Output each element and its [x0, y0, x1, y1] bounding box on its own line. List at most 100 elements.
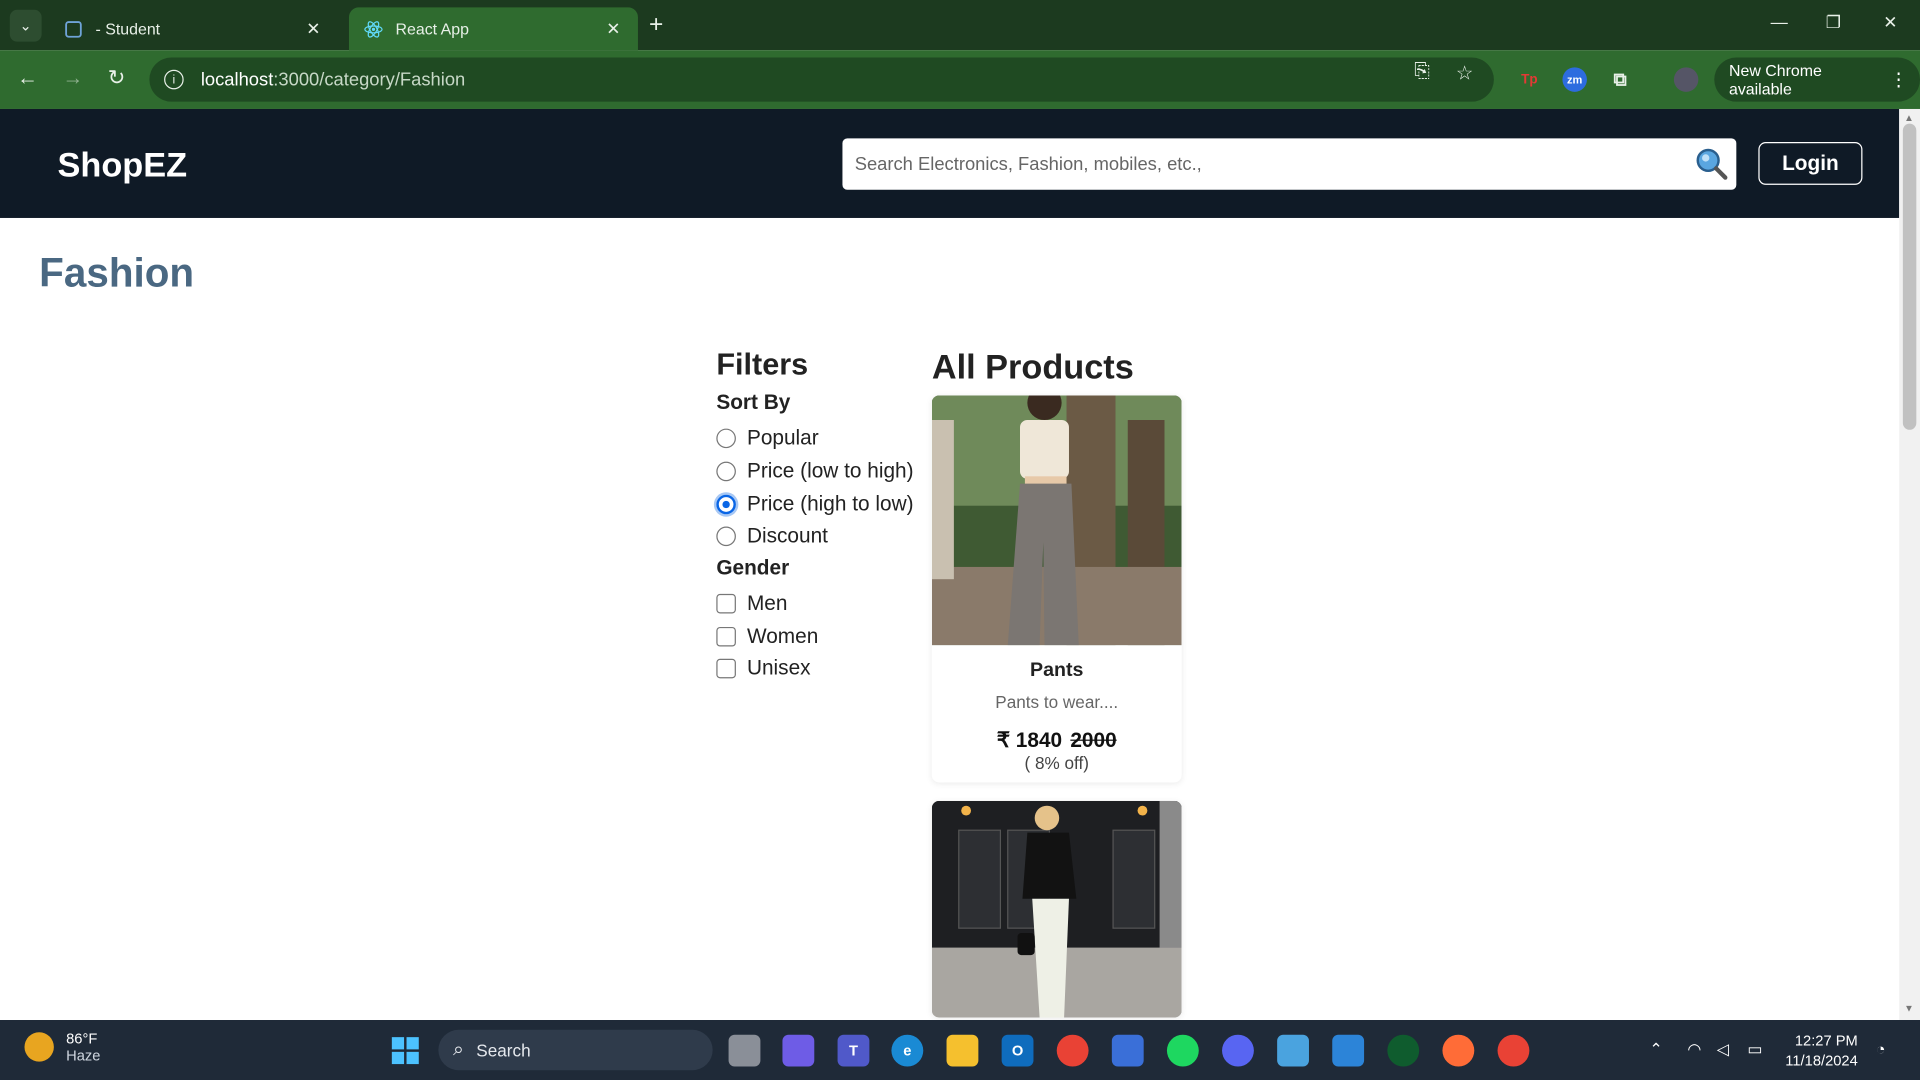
extension-tp-icon[interactable]: Tp — [1517, 67, 1541, 91]
address-bar[interactable]: i localhost:3000/category/Fashion — [149, 57, 1494, 102]
copilot-icon[interactable] — [782, 1034, 815, 1067]
page-title: Fashion — [39, 249, 195, 296]
battery-icon[interactable]: ▭ — [1747, 1040, 1762, 1060]
product-card[interactable] — [931, 800, 1182, 1018]
postman-icon[interactable] — [1442, 1034, 1475, 1067]
app-header: ShopEZ Login — [0, 108, 1900, 218]
extensions-puzzle-icon[interactable]: ⧉ — [1608, 67, 1632, 91]
search-icon[interactable] — [1687, 138, 1736, 189]
products-section: All Products Pants Pants to wear.... ₹ 1… — [931, 347, 1250, 1036]
chrome-profile-icon[interactable] — [1497, 1034, 1530, 1067]
more-menu-icon[interactable]: ⋮ — [1889, 69, 1907, 91]
close-tab-icon[interactable]: ✕ — [304, 18, 324, 39]
product-name: Pants — [1030, 660, 1084, 681]
taskbar-search[interactable]: ⌕ Search — [438, 1029, 713, 1071]
sort-option-popular[interactable]: Popular — [716, 422, 924, 455]
checkbox[interactable] — [716, 626, 736, 647]
profile-avatar-icon[interactable] — [1673, 67, 1699, 92]
sort-option-price-low-high[interactable]: Price (low to high) — [716, 455, 924, 488]
back-icon[interactable]: ← — [17, 66, 38, 90]
close-window-icon[interactable]: ✕ — [1883, 12, 1897, 33]
weather-widget[interactable]: 86°F Haze — [24, 1030, 100, 1064]
forward-icon[interactable]: → — [62, 66, 83, 90]
browser-tab-bar: ⌄ - Student ✕ React App ✕ + — ❐ ✕ — [0, 0, 1920, 51]
reload-icon[interactable]: ↻ — [108, 66, 125, 90]
wifi-icon[interactable]: ◠ — [1687, 1040, 1701, 1060]
date: 11/18/2024 — [1785, 1051, 1858, 1069]
scroll-thumb[interactable] — [1902, 123, 1917, 430]
filters-panel: Filters Sort By Popular Price (low to hi… — [716, 348, 924, 686]
minimize-icon[interactable]: — — [1771, 12, 1788, 32]
bookmark-star-icon[interactable]: ☆ — [1456, 61, 1474, 85]
file-explorer-icon[interactable] — [946, 1034, 979, 1067]
notepad-icon[interactable] — [1277, 1034, 1309, 1067]
mongodb-icon[interactable] — [1387, 1034, 1420, 1067]
radio-button[interactable] — [716, 428, 736, 449]
chrome-icon[interactable] — [1056, 1034, 1089, 1067]
gender-heading: Gender — [716, 555, 790, 579]
filters-heading: Filters — [716, 347, 809, 383]
search-icon: ⌕ — [453, 1038, 465, 1060]
microsoft-store-icon[interactable] — [1111, 1034, 1144, 1067]
task-view-icon[interactable] — [728, 1034, 761, 1067]
volume-icon[interactable]: ◁ — [1717, 1040, 1729, 1060]
windows-start-icon[interactable] — [389, 1035, 421, 1067]
taskbar-clock[interactable]: 12:27 PM 11/18/2024 — [1785, 1031, 1857, 1070]
products-heading: All Products — [931, 347, 1134, 386]
product-image[interactable] — [931, 395, 1182, 646]
sort-option-price-high-low[interactable]: Price (high to low) — [716, 488, 924, 521]
discount-label: ( 8% off) — [1024, 753, 1089, 773]
close-tab-icon[interactable]: ✕ — [604, 18, 624, 39]
sort-heading: Sort By — [716, 390, 791, 414]
student-favicon-icon — [64, 19, 84, 39]
original-price: 2000 — [1070, 728, 1117, 752]
radio-button[interactable] — [716, 461, 736, 482]
option-label: Popular — [746, 426, 819, 450]
gender-option-women[interactable]: Women — [716, 620, 924, 653]
gender-option-unisex[interactable]: Unisex — [716, 653, 924, 686]
option-label: Men — [746, 591, 788, 615]
tab-react-app[interactable]: React App ✕ — [348, 7, 638, 51]
search-input[interactable] — [842, 138, 1688, 190]
radio-button-selected[interactable] — [716, 494, 736, 514]
react-favicon-icon — [364, 19, 384, 39]
outlook-icon[interactable]: O — [1001, 1034, 1034, 1067]
product-image[interactable] — [931, 800, 1182, 1018]
tray-chevron-icon[interactable]: ⌃ — [1649, 1040, 1662, 1060]
product-card[interactable]: Pants Pants to wear.... ₹ 1840 2000 ( 8%… — [931, 395, 1182, 783]
install-app-icon[interactable]: ⎘ — [1414, 61, 1430, 83]
sort-option-discount[interactable]: Discount — [716, 520, 924, 553]
site-info-icon[interactable]: i — [164, 69, 184, 90]
scroll-up-icon[interactable]: ▲ — [1904, 113, 1914, 124]
shop-logo[interactable]: ShopEZ — [58, 146, 188, 185]
vscode-icon[interactable] — [1332, 1034, 1365, 1067]
tab-student[interactable]: - Student ✕ — [49, 7, 338, 50]
tab-search-button[interactable]: ⌄ — [9, 9, 42, 42]
url-host: localhost — [200, 69, 274, 91]
browser-toolbar: ← → ↻ i localhost:3000/category/Fashion … — [0, 50, 1920, 109]
gender-option-men[interactable]: Men — [716, 587, 924, 620]
option-label: Discount — [746, 524, 828, 548]
radio-button[interactable] — [716, 527, 736, 547]
edge-icon[interactable]: e — [891, 1034, 924, 1067]
scroll-down-icon[interactable]: ▼ — [1904, 1003, 1914, 1014]
checkbox[interactable] — [716, 659, 736, 679]
checkbox[interactable] — [716, 593, 736, 614]
option-label: Price (low to high) — [746, 459, 914, 483]
login-button[interactable]: Login — [1758, 142, 1863, 185]
spotify-icon[interactable] — [1166, 1034, 1199, 1067]
option-label: Women — [746, 624, 819, 648]
page-scrollbar[interactable]: ▲ ▼ — [1899, 108, 1920, 1021]
new-chrome-available-button[interactable]: New Chrome available ⋮ — [1714, 57, 1920, 102]
weather-sun-icon — [24, 1032, 54, 1062]
discord-icon[interactable] — [1222, 1034, 1254, 1067]
temperature: 86°F — [66, 1029, 98, 1047]
weather-condition: Haze — [66, 1046, 101, 1065]
extension-zoom-icon[interactable]: zm — [1562, 67, 1587, 92]
teams-icon[interactable]: T — [837, 1034, 870, 1067]
tab-title: React App — [395, 19, 469, 38]
new-tab-icon[interactable]: + — [649, 11, 663, 39]
restore-icon[interactable]: ❐ — [1826, 12, 1841, 33]
product-price: ₹ 1840 2000 — [939, 729, 1174, 753]
notification-bell-icon[interactable]: ◔ — [1876, 1040, 1886, 1058]
